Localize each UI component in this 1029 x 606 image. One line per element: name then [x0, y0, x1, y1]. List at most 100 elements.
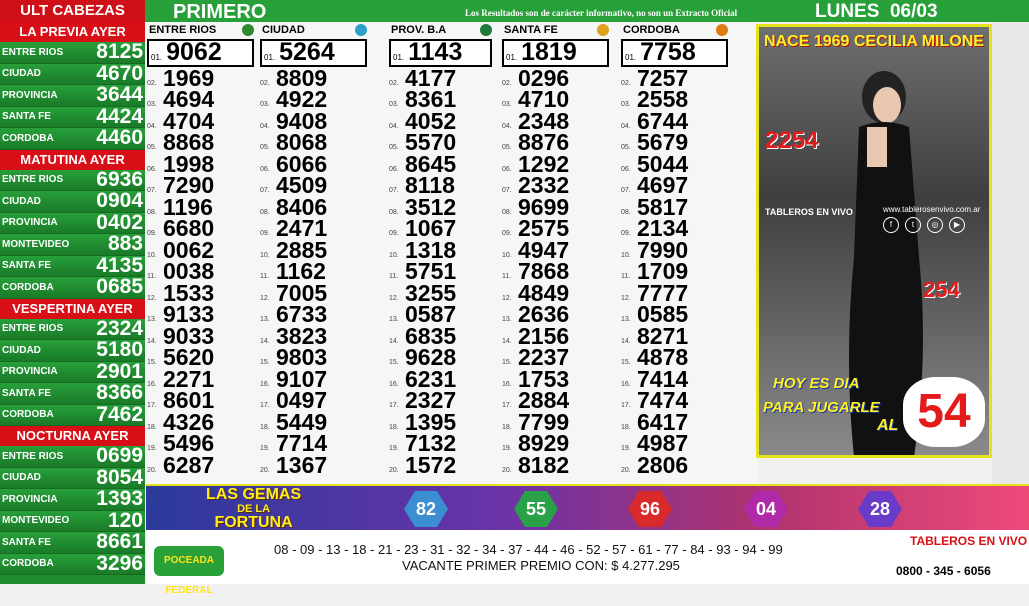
sidebar-row-value: 8366 [96, 381, 143, 405]
result-row: 20. 2806 [621, 453, 728, 476]
sidebar-row-name: SANTA FE [2, 536, 51, 548]
youtube-icon[interactable]: ▶ [949, 217, 965, 233]
result-number: 2575 [518, 215, 570, 241]
result-row: 17. 8601 [147, 389, 254, 412]
position-label: 04. [621, 122, 631, 130]
result-row: 07. 8118 [389, 174, 492, 197]
facebook-icon[interactable]: f [883, 217, 899, 233]
result-number: 4922 [276, 86, 328, 112]
position-label: 18. [147, 423, 157, 431]
sidebar-row: SANTA FE 8661 [0, 530, 145, 554]
gem-value: 96 [628, 491, 672, 527]
ad-logo: TABLEROS EN VIVO [765, 207, 853, 217]
ad-line1: HOY ES DIA [773, 375, 860, 392]
result-number: 1572 [405, 451, 457, 478]
result-number: 1162 [276, 258, 326, 284]
result-row: 13. 2636 [502, 303, 609, 326]
position-label: 11. [502, 273, 512, 280]
result-row: 09. 2471 [260, 217, 367, 240]
sidebar-row-value: 3296 [96, 551, 143, 575]
ad-website[interactable]: www.tablerosenvivo.com.ar [883, 205, 980, 214]
result-row: 17. 2327 [389, 389, 492, 412]
sidebar-row-name: MONTEVIDEO [2, 515, 70, 527]
ciudad-icon [355, 24, 367, 36]
entre-rios-icon [242, 24, 254, 36]
ad-number-a: 2254 [765, 127, 819, 154]
position-label: 20. [260, 466, 270, 474]
position-label: 16. [260, 380, 270, 388]
sidebar-row-value: 2901 [96, 359, 143, 383]
position-label: 12. [502, 294, 512, 302]
position-label: 16. [502, 380, 512, 388]
position-label: 14. [502, 337, 512, 345]
result-row: 03. 8361 [389, 88, 492, 111]
position-label: 20. [621, 466, 631, 474]
position-label: 05. [389, 144, 399, 151]
position-label: 20. [389, 466, 399, 474]
result-number: 5496 [163, 430, 215, 456]
position-label: 08. [502, 208, 512, 216]
result-number: 4710 [518, 86, 570, 112]
position-label: 20. [502, 466, 512, 474]
result-row: 05. 8068 [260, 129, 367, 155]
position-label: 13. [621, 316, 631, 323]
gem-value: 04 [744, 491, 788, 527]
sidebar-row-value: 8125 [96, 40, 143, 64]
result-row: 15. 5620 [147, 344, 254, 370]
result-number: 7474 [637, 387, 689, 413]
first-prize-box: 01. 7758 [621, 39, 728, 67]
result-number: 5570 [405, 129, 457, 155]
position-label: 03. [389, 101, 399, 108]
results-board: ENTRE RIOS 01. 9062 02. 1969 03. 4694 04. 4704 05… [145, 22, 758, 484]
position-label: 02. [502, 79, 512, 87]
result-row: 15. 9628 [389, 346, 492, 369]
result-row: 15. 4878 [621, 346, 728, 369]
sidebar-row-value: 120 [107, 508, 143, 532]
result-row: 09. 2575 [502, 215, 609, 241]
sidebar: ULT CABEZAS LA PREVIA AYER ENTRE RIOS 8125… [0, 0, 145, 584]
results-column: SANTA FE 01. 1819 02. 0296 03. 4710 04. 2348 05. 8… [502, 22, 609, 476]
position-label: 02. [389, 79, 399, 87]
result-row: 19. 4987 [621, 432, 728, 455]
sidebar-row: SANTA FE 4424 [0, 105, 145, 128]
result-number: 2884 [518, 387, 570, 413]
result-number: 8068 [276, 129, 328, 155]
vacante-text: VACANTE PRIMER PREMIO CON: $ 4.277.295 [402, 558, 680, 573]
sidebar-row-value: 7462 [96, 402, 143, 426]
position-label: 15. [502, 359, 512, 366]
twitter-icon[interactable]: t [905, 217, 921, 233]
result-row: 15. 9803 [260, 346, 367, 369]
sidebar-row-name: SANTA FE [2, 260, 51, 272]
result-row: 11. 1709 [621, 260, 728, 283]
result-row: 05. 5679 [621, 131, 728, 154]
instagram-icon[interactable]: ◎ [927, 217, 943, 233]
poceada-logo: POCEADA FEDERAL [154, 546, 224, 596]
sidebar-row-name: SANTA FE [2, 111, 51, 123]
position-label: 12. [621, 294, 631, 302]
result-row: 07. 4697 [621, 174, 728, 197]
sidebar-row-name: CORDOBA [2, 558, 54, 570]
position-label: 06. [621, 165, 631, 173]
gemas-title: LAS GEMAS DE LA FORTUNA [206, 486, 302, 531]
result-number: 8929 [518, 430, 570, 456]
result-number: 4694 [163, 86, 215, 112]
result-number: 4509 [276, 172, 328, 198]
provincia-icon [480, 24, 492, 36]
result-number: 7758 [640, 38, 696, 66]
results-column: PROV. B.A 01. 1143 02. 4177 03. 8361 04. 4052 05.… [389, 22, 492, 476]
result-row: 17. 0497 [260, 389, 367, 412]
position-label: 09. [147, 230, 157, 237]
sidebar-row-value: 6936 [96, 167, 143, 191]
position-label: 14. [389, 337, 399, 345]
position-label: 06. [502, 165, 512, 173]
result-row: 09. 1067 [389, 217, 492, 240]
result-row: 19. 5496 [147, 430, 254, 456]
result-number: 5620 [163, 344, 215, 370]
position-label: 03. [260, 101, 270, 108]
position-label: 10. [147, 251, 157, 259]
result-row: 07. 7290 [147, 174, 254, 197]
footer: POCEADA FEDERAL 08 - 09 - 13 - 18 - 21 -… [146, 530, 1029, 596]
position-label: 01. [393, 53, 405, 62]
position-label: 14. [621, 337, 631, 345]
results-column: ENTRE RIOS 01. 9062 02. 1969 03. 4694 04. 4704 05… [147, 22, 254, 476]
